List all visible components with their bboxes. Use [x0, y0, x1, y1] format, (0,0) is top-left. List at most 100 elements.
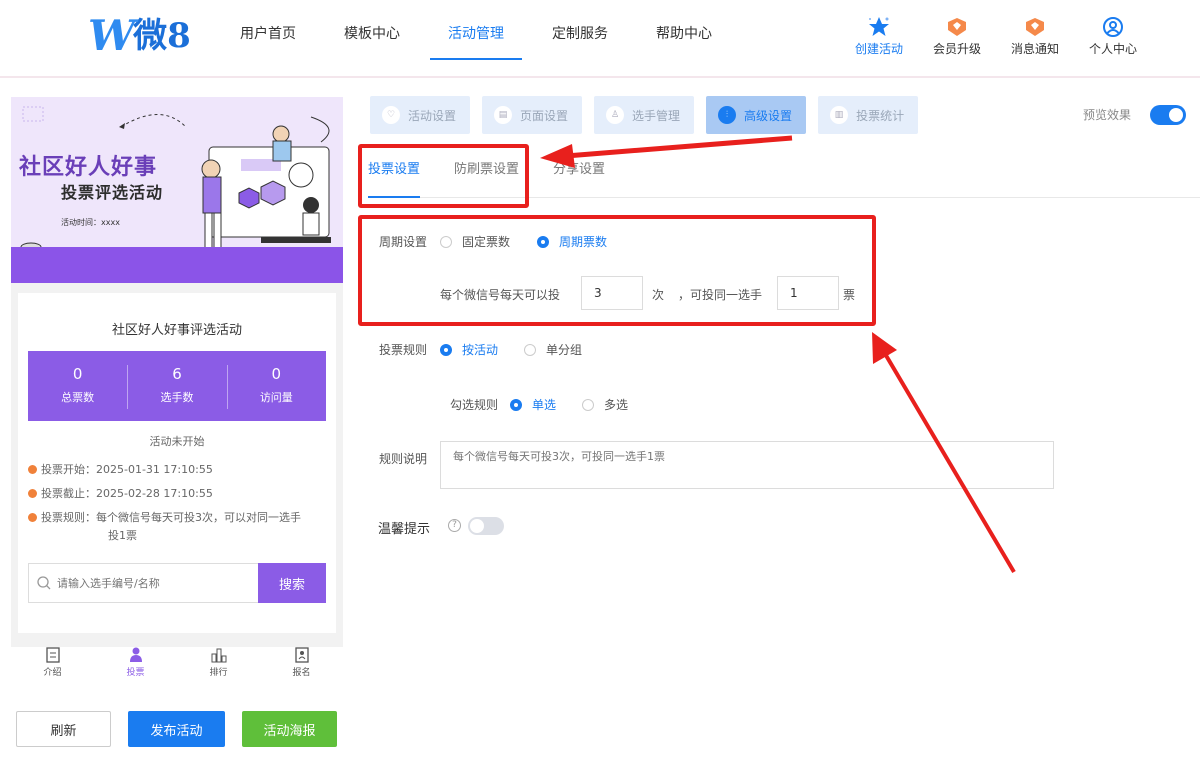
vote-rule-label: 投票规则 [379, 343, 428, 357]
step-label: 活动设置 [408, 108, 457, 123]
search-icon [37, 576, 51, 590]
heart-icon: ♡ [382, 106, 400, 124]
stat-visits: 0 访问量 [226, 351, 326, 421]
step-contestant-management[interactable]: ♙ 选手管理 [594, 96, 695, 134]
tab-vote-settings[interactable]: 投票设置 [368, 148, 421, 198]
radio-label: 单选 [532, 398, 557, 412]
radio-circle [524, 343, 536, 356]
id-card-icon [260, 645, 343, 665]
stats-bar: 0 总票数 6 选手数 0 访问量 [28, 351, 326, 421]
publish-activity-button[interactable]: 发布活动 [128, 711, 225, 747]
user-icon: ♙ [606, 106, 625, 124]
same-contestant-votes-input[interactable] [777, 276, 839, 310]
personal-center-label: 个人中心 [1088, 42, 1137, 56]
vote-start-text: 投票开始：2025-01-31 17:10:55 [41, 463, 213, 476]
banner-title: 社区好人好事 [19, 155, 158, 180]
radio-period-votes[interactable]: 周期票数 [537, 233, 607, 250]
vote-rule-info-cont: 投1票 [108, 529, 137, 542]
create-activity-label: 创建活动 [854, 42, 903, 56]
radio-label: 单分组 [546, 343, 583, 357]
daily-times-input[interactable] [581, 276, 643, 310]
stat-label: 选手数 [160, 391, 194, 404]
step-label: 投票统计 [856, 108, 905, 123]
nav-help-center[interactable]: 帮助中心 [656, 0, 712, 78]
star-icon [840, 14, 918, 40]
help-icon[interactable]: ? [448, 519, 461, 532]
tab-intro-label: 介绍 [43, 668, 62, 678]
bullet-dot-icon [28, 513, 37, 522]
radio-fixed-votes[interactable]: 固定票数 [440, 233, 510, 250]
bell-badge-icon [996, 14, 1074, 40]
activity-banner: 社区好人好事 投票评选活动 活动时间：xxxx [11, 97, 343, 283]
step-advanced-settings[interactable]: ⫶ 高级设置 [706, 96, 807, 134]
preview-effect-label: 预览效果 [1083, 108, 1132, 122]
stat-value: 0 [271, 365, 282, 383]
vote-rule-info: 投票规则：每个微信号每天可投3次，可以对同一选手 [28, 509, 301, 527]
times-unit: 次 [652, 288, 665, 302]
step-vote-statistics[interactable]: ▥ 投票统计 [818, 96, 919, 134]
tab-register-label: 报名 [292, 668, 311, 678]
warm-tip-toggle[interactable] [468, 517, 504, 535]
site-logo[interactable]: W 微8 [84, 11, 191, 60]
nav-custom-service[interactable]: 定制服务 [552, 0, 608, 78]
period-setting-label: 周期设置 [379, 235, 428, 249]
tab-register[interactable]: 报名 [260, 645, 343, 685]
member-upgrade-button[interactable]: 会员升级 [918, 14, 996, 57]
message-notice-button[interactable]: 消息通知 [996, 14, 1074, 57]
contestant-search: 搜索 [28, 563, 326, 603]
preview-effect-toggle[interactable] [1150, 105, 1186, 125]
search-button[interactable]: 搜索 [258, 563, 326, 603]
search-input[interactable] [57, 576, 247, 590]
radio-by-activity[interactable]: 按活动 [440, 341, 498, 358]
rule-desc-label: 规则说明 [379, 452, 428, 466]
tab-ranking[interactable]: 排行 [177, 645, 260, 685]
radio-single-choice[interactable]: 单选 [510, 396, 556, 413]
radio-label: 按活动 [462, 343, 499, 357]
radio-label: 周期票数 [559, 235, 608, 249]
per-day-label: 每个微信号每天可以投 [440, 288, 561, 302]
radio-multi-choice[interactable]: 多选 [582, 396, 628, 413]
radio-circle [440, 235, 452, 248]
header-actions: 创建活动 会员升级 消息通知 个人中心 [840, 14, 1152, 57]
radio-circle [582, 398, 594, 411]
bullet-dot-icon [28, 489, 37, 498]
nav-home[interactable]: 用户首页 [240, 0, 296, 78]
tab-anti-fraud-settings[interactable]: 防刷票设置 [454, 148, 519, 198]
banner-band [11, 247, 343, 283]
stat-label: 访问量 [259, 391, 293, 404]
diamond-badge-icon [918, 14, 996, 40]
stat-label: 总票数 [61, 391, 95, 404]
radio-label: 多选 [604, 398, 629, 412]
main-nav: 用户首页 模板中心 活动管理 定制服务 帮助中心 [240, 0, 760, 78]
tab-ranking-label: 排行 [209, 668, 228, 678]
warm-tip-label: 温馨提示 [378, 522, 431, 537]
votes-unit: 票 [843, 288, 856, 302]
radio-single-group[interactable]: 单分组 [524, 341, 582, 358]
stat-value: 6 [172, 365, 182, 383]
user-circle-icon [1074, 14, 1152, 40]
bullet-dot-icon [28, 465, 37, 474]
stat-contestants: 6 选手数 [127, 351, 226, 421]
logo-text: 微8 [133, 16, 191, 56]
person-icon [94, 645, 177, 665]
step-label: 选手管理 [632, 108, 681, 123]
banner-time: 活动时间：xxxx [61, 218, 120, 227]
member-upgrade-label: 会员升级 [932, 42, 981, 56]
personal-center-button[interactable]: 个人中心 [1074, 14, 1152, 57]
tab-share-settings[interactable]: 分享设置 [553, 148, 605, 198]
refresh-button[interactable]: 刷新 [16, 711, 111, 747]
rule-desc-textarea[interactable] [440, 441, 1054, 489]
step-page-settings[interactable]: ▤ 页面设置 [482, 96, 583, 134]
tab-vote[interactable]: 投票 [94, 645, 177, 685]
step-activity-settings[interactable]: ♡ 活动设置 [370, 96, 471, 134]
nav-templates[interactable]: 模板中心 [344, 0, 400, 78]
activity-poster-button[interactable]: 活动海报 [242, 711, 337, 747]
stats-icon: ▥ [830, 106, 849, 124]
vote-end-info: 投票截止：2025-02-28 17:10:55 [28, 485, 213, 503]
nav-activity-management[interactable]: 活动管理 [430, 0, 522, 78]
tab-intro[interactable]: 介绍 [11, 645, 94, 685]
stat-value: 0 [72, 365, 83, 383]
activity-title: 社区好人好事评选活动 [111, 323, 242, 338]
step-label: 页面设置 [520, 108, 569, 123]
create-activity-button[interactable]: 创建活动 [840, 14, 918, 57]
